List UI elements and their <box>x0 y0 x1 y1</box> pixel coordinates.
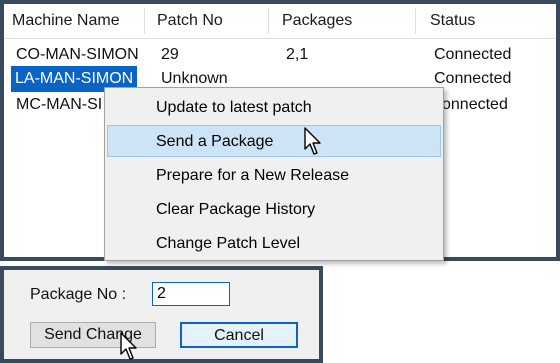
patch-no-cell: 29 <box>161 46 179 63</box>
table-row[interactable]: CO-MAN-SIMON 29 2,1 Connected <box>4 42 556 68</box>
column-patch-no[interactable]: Patch No <box>149 4 269 38</box>
table-header: Machine Name Patch No Packages Status <box>4 4 556 39</box>
send-change-button[interactable]: Send Change <box>30 322 156 348</box>
package-no-input[interactable] <box>152 282 230 306</box>
menu-item-change-patch-level[interactable]: Change Patch Level <box>105 228 441 260</box>
column-separator[interactable] <box>268 8 269 34</box>
column-separator[interactable] <box>144 8 145 34</box>
cancel-button[interactable]: Cancel <box>180 322 298 348</box>
machine-name-cell: MC-MAN-SI <box>16 96 103 113</box>
column-packages[interactable]: Packages <box>274 4 414 38</box>
machine-name-cell: CO-MAN-SIMON <box>16 46 139 63</box>
menu-item-send-package[interactable]: Send a Package <box>107 125 441 157</box>
menu-item-prepare-new-release[interactable]: Prepare for a New Release <box>105 160 441 192</box>
context-menu: Update to latest patch Send a Package Pr… <box>104 87 444 261</box>
column-separator[interactable] <box>415 8 416 34</box>
column-status[interactable]: Status <box>422 4 552 38</box>
column-machine-name[interactable]: Machine Name <box>4 4 144 38</box>
menu-item-update-latest-patch[interactable]: Update to latest patch <box>105 92 441 124</box>
status-cell: Connected <box>434 46 512 63</box>
machine-list-panel: Machine Name Patch No Packages Status CO… <box>0 0 560 261</box>
send-package-dialog: Package No : Send Change Cancel <box>0 266 323 363</box>
package-no-label: Package No : <box>30 286 127 303</box>
packages-cell: 2,1 <box>286 46 309 63</box>
menu-item-clear-package-history[interactable]: Clear Package History <box>105 194 441 226</box>
status-cell: onnected <box>442 96 508 113</box>
